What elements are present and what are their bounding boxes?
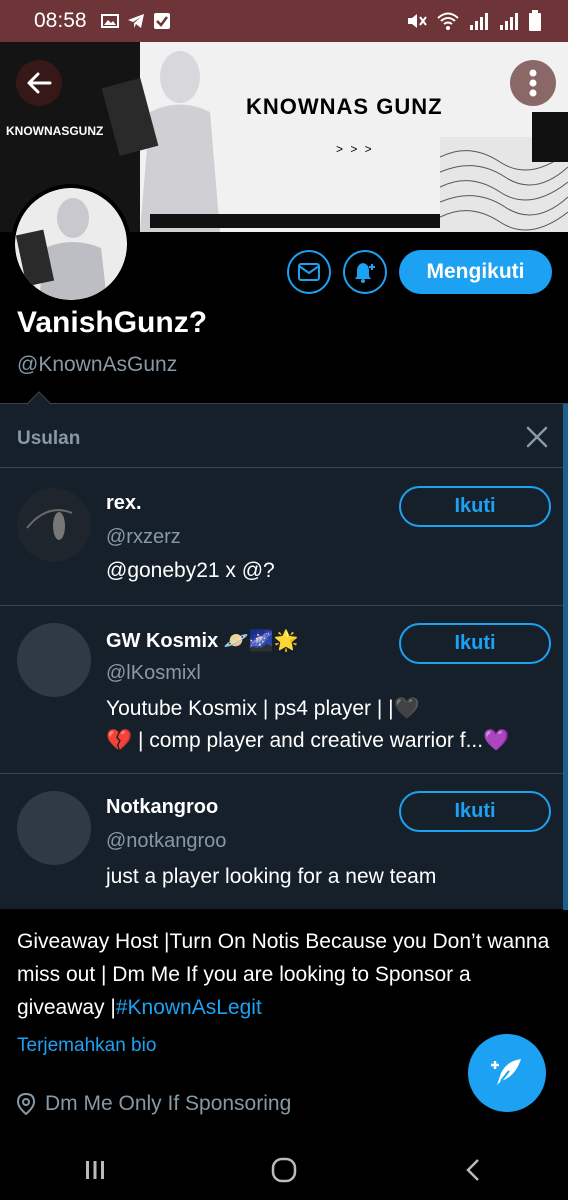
banner-title: KNOWNAS GUNZ <box>246 94 443 119</box>
follow-button[interactable]: Ikuti <box>399 791 551 832</box>
check-box-icon <box>153 13 170 29</box>
profile-location: Dm Me Only If Sponsoring <box>17 1092 291 1116</box>
suggestion-item[interactable]: GW Kosmix 🪐🌌🌟 @lKosmixl Youtube Kosmix |… <box>0 605 563 773</box>
suggestion-bio: just a player looking for a new team <box>106 865 437 888</box>
gallery-icon <box>100 14 119 28</box>
recent-apps-button[interactable] <box>65 1148 125 1192</box>
mute-icon <box>408 14 427 28</box>
home-button[interactable] <box>254 1148 314 1192</box>
location-pin-icon <box>17 1093 35 1115</box>
system-back-button[interactable] <box>443 1148 503 1192</box>
status-right <box>406 10 542 32</box>
suggestion-avatar-image <box>26 509 73 540</box>
translate-bio-link[interactable]: Terjemahkan bio <box>17 1035 156 1057</box>
suggestion-bio-line-1: Youtube Kosmix | ps4 player | |🖤 <box>106 697 420 720</box>
avatar-image <box>15 188 127 300</box>
banner-handle-text: KNOWNASGUNZ <box>6 124 104 138</box>
feather-plus-icon <box>491 1059 521 1085</box>
status-bar: 08:58 <box>0 0 568 42</box>
profile-display-name: VanishGunz? <box>17 306 208 339</box>
following-button[interactable]: Mengikuti <box>399 250 552 294</box>
signal-icon-1 <box>470 13 488 30</box>
suggestion-avatar[interactable] <box>17 488 91 562</box>
suggestion-item[interactable]: rex. @rxzerz @goneby21 x @? Ikuti <box>0 467 563 605</box>
chevron-left-icon <box>466 1159 480 1181</box>
status-time: 08:58 <box>34 9 87 32</box>
bio-text: Giveaway Host |Turn On Notis Because you… <box>17 930 550 1019</box>
more-options-button[interactable] <box>510 60 556 106</box>
suggestion-handle: @rxzerz <box>106 526 181 548</box>
message-button[interactable] <box>287 250 331 294</box>
suggestion-handle: @notkangroo <box>106 830 227 852</box>
banner-block <box>532 112 568 162</box>
mail-icon <box>298 263 320 281</box>
banner-figure-image <box>101 51 220 232</box>
scrollbar[interactable] <box>563 404 568 910</box>
suggestion-name: Notkangroo <box>106 796 219 818</box>
profile-bio: Giveaway Host |Turn On Notis Because you… <box>17 925 557 1024</box>
suggestion-item[interactable]: Notkangroo @notkangroo just a player loo… <box>0 773 563 910</box>
suggestion-bio-line-2: 💔 | comp player and creative warrior f..… <box>106 729 510 752</box>
suggestion-name: rex. <box>106 492 142 514</box>
banner-bar <box>150 214 440 228</box>
suggestions-heading: Usulan <box>17 428 81 449</box>
more-vertical-icon <box>529 69 537 97</box>
recent-apps-icon <box>85 1161 104 1179</box>
suggestion-avatar[interactable] <box>17 623 91 697</box>
avatar-figure-image <box>15 188 127 300</box>
back-button[interactable] <box>16 60 62 106</box>
telegram-icon <box>127 14 144 28</box>
suggestions-panel: Usulan rex. @rxzerz @goneby21 x @? Ikuti… <box>0 403 568 910</box>
banner-arrows: > > > <box>336 142 374 156</box>
bell-plus-icon <box>355 263 375 283</box>
suggestion-bio: @goneby21 x @? <box>106 559 275 582</box>
home-icon <box>271 1157 297 1183</box>
follow-button[interactable]: Ikuti <box>399 486 551 527</box>
location-text: Dm Me Only If Sponsoring <box>45 1092 292 1115</box>
notification-button[interactable] <box>343 250 387 294</box>
suggestion-name: GW Kosmix 🪐🌌🌟 <box>106 630 299 652</box>
wifi-icon <box>437 12 459 30</box>
bio-hashtag-link[interactable]: #KnownAsLegit <box>116 996 262 1019</box>
system-navigation-bar <box>0 1140 568 1200</box>
signal-icon-2 <box>500 13 518 30</box>
profile-avatar[interactable] <box>11 184 131 304</box>
suggestion-avatar[interactable] <box>17 791 91 865</box>
compose-tweet-button[interactable] <box>468 1034 546 1112</box>
suggestion-handle: @lKosmixl <box>106 662 201 684</box>
profile-username: @KnownAsGunz <box>17 353 178 376</box>
close-icon[interactable] <box>524 424 550 450</box>
arrow-left-icon <box>27 72 52 94</box>
battery-icon <box>529 10 541 31</box>
follow-button[interactable]: Ikuti <box>399 623 551 664</box>
